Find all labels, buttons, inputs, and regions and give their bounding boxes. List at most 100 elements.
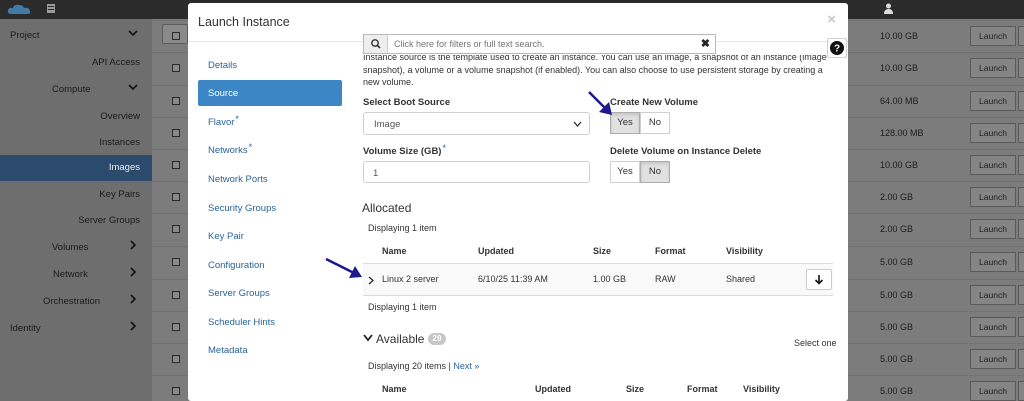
next-page-link[interactable]: Next »: [453, 361, 479, 371]
row-checkbox[interactable]: [172, 97, 180, 105]
image-size: 2.00 GB: [880, 192, 914, 202]
row-checkbox[interactable]: [172, 32, 180, 40]
required-marker: *: [442, 143, 446, 153]
nav-details[interactable]: Details: [198, 52, 342, 78]
sidebar-item-compute[interactable]: Compute: [0, 77, 152, 101]
actions-dropdown-toggle[interactable]: [1018, 285, 1024, 305]
available-count-badge: 29: [428, 333, 446, 345]
nav-flavor[interactable]: Flavor*: [198, 109, 342, 135]
create-volume-no-button[interactable]: No: [640, 112, 670, 134]
launch-button[interactable]: Launch: [970, 252, 1016, 272]
table-row[interactable]: Linux 2 server 6/10/25 11:39 AM 1.00 GB …: [363, 264, 833, 296]
launch-button[interactable]: Launch: [970, 155, 1016, 175]
row-checkbox[interactable]: [172, 64, 180, 72]
deallocate-button[interactable]: [806, 269, 832, 290]
actions-dropdown-toggle[interactable]: [1018, 349, 1024, 369]
row-checkbox[interactable]: [172, 323, 180, 331]
volume-size-input[interactable]: 1: [363, 161, 590, 183]
chevron-right-icon[interactable]: [368, 276, 374, 285]
actions-dropdown-toggle[interactable]: [1018, 219, 1024, 239]
boot-source-value: Image: [374, 119, 401, 130]
sidebar: Project API Access Compute Overview Inst…: [0, 19, 152, 401]
launch-button[interactable]: Launch: [970, 187, 1016, 207]
row-checkbox[interactable]: [172, 291, 180, 299]
project-menu-icon[interactable]: [46, 3, 56, 14]
sidebar-item-volumes[interactable]: Volumes: [0, 235, 152, 259]
row-checkbox[interactable]: [172, 387, 180, 395]
nav-security-groups[interactable]: Security Groups: [198, 195, 342, 221]
column-header: Visibility: [743, 384, 780, 394]
actions-dropdown-toggle[interactable]: [1018, 317, 1024, 337]
image-size: 5.00 GB: [880, 322, 914, 332]
launch-button[interactable]: Launch: [970, 381, 1016, 401]
sidebar-item-instances[interactable]: Instances: [0, 130, 152, 154]
delete-volume-no-button[interactable]: No: [640, 161, 670, 183]
nav-configuration[interactable]: Configuration: [198, 252, 342, 278]
row-checkbox[interactable]: [172, 258, 180, 266]
launch-button[interactable]: Launch: [970, 285, 1016, 305]
actions-dropdown-toggle[interactable]: [1018, 123, 1024, 143]
nav-metadata[interactable]: Metadata: [198, 337, 342, 363]
launch-button[interactable]: Launch: [970, 26, 1016, 46]
actions-dropdown-toggle[interactable]: [1018, 91, 1024, 111]
actions-dropdown-toggle[interactable]: [1018, 58, 1024, 78]
nav-networks[interactable]: Networks*: [198, 137, 342, 163]
row-checkbox[interactable]: [172, 225, 180, 233]
cloud-logo-icon[interactable]: [6, 3, 32, 16]
nav-server-groups[interactable]: Server Groups: [198, 280, 342, 306]
help-icon[interactable]: ?: [827, 38, 847, 58]
sidebar-item-api-access[interactable]: API Access: [0, 50, 152, 74]
filter-input[interactable]: [394, 36, 684, 52]
nav-label: Metadata: [208, 345, 248, 356]
sidebar-item-orchestration[interactable]: Orchestration: [0, 289, 152, 313]
filter-bar[interactable]: ✖: [363, 34, 716, 54]
sidebar-item-label: Server Groups: [78, 215, 140, 226]
clear-filter-icon[interactable]: ✖: [701, 37, 710, 50]
boot-source-select[interactable]: Image: [363, 112, 590, 135]
sidebar-item-label: Overview: [100, 111, 140, 122]
sidebar-item-images[interactable]: Images: [0, 155, 152, 181]
row-checkbox[interactable]: [172, 355, 180, 363]
sidebar-item-label: Instances: [99, 137, 140, 148]
sidebar-item-label: Orchestration: [43, 296, 101, 307]
sidebar-item-network[interactable]: Network: [0, 262, 152, 286]
sidebar-item-server-groups[interactable]: Server Groups: [0, 208, 152, 232]
nav-key-pair[interactable]: Key Pair: [198, 223, 342, 249]
actions-dropdown-toggle[interactable]: [1018, 252, 1024, 272]
nav-label: Security Groups: [208, 203, 277, 214]
launch-button[interactable]: Launch: [970, 317, 1016, 337]
delete-volume-yes-button[interactable]: Yes: [610, 161, 640, 183]
image-size: 10.00 GB: [880, 31, 919, 41]
sidebar-item-key-pairs[interactable]: Key Pairs: [0, 182, 152, 206]
launch-button[interactable]: Launch: [970, 219, 1016, 239]
close-icon[interactable]: ×: [827, 11, 836, 28]
launch-button[interactable]: Launch: [970, 349, 1016, 369]
nav-scheduler-hints[interactable]: Scheduler Hints: [198, 309, 342, 335]
sidebar-item-identity[interactable]: Identity: [0, 316, 152, 340]
actions-dropdown-toggle[interactable]: [1018, 26, 1024, 46]
nav-source[interactable]: Source: [198, 80, 342, 106]
column-header: Size: [626, 384, 645, 394]
actions-dropdown-toggle[interactable]: [1018, 381, 1024, 401]
row-checkbox[interactable]: [172, 193, 180, 201]
row-checkbox[interactable]: [172, 129, 180, 137]
launch-button[interactable]: Launch: [970, 58, 1016, 78]
sidebar-item-project[interactable]: Project: [0, 23, 152, 47]
launch-button[interactable]: Launch: [970, 91, 1016, 111]
actions-dropdown-toggle[interactable]: [1018, 187, 1024, 207]
sidebar-item-label: Images: [108, 162, 140, 173]
row-checkbox[interactable]: [172, 161, 180, 169]
sidebar-item-overview[interactable]: Overview: [0, 104, 152, 128]
column-header: Name: [382, 384, 407, 394]
nav-network-ports[interactable]: Network Ports: [198, 166, 342, 192]
actions-dropdown-toggle[interactable]: [1018, 155, 1024, 175]
chevron-down-icon[interactable]: [363, 334, 373, 342]
chevron-down-icon: [128, 30, 138, 37]
modal-title: Launch Instance: [198, 15, 290, 29]
nav-label: Details: [208, 60, 238, 71]
user-icon[interactable]: [884, 3, 893, 14]
image-size: 10.00 GB: [880, 63, 919, 73]
column-header: Format: [655, 246, 686, 256]
launch-button[interactable]: Launch: [970, 123, 1016, 143]
available-title[interactable]: Available: [376, 332, 424, 346]
